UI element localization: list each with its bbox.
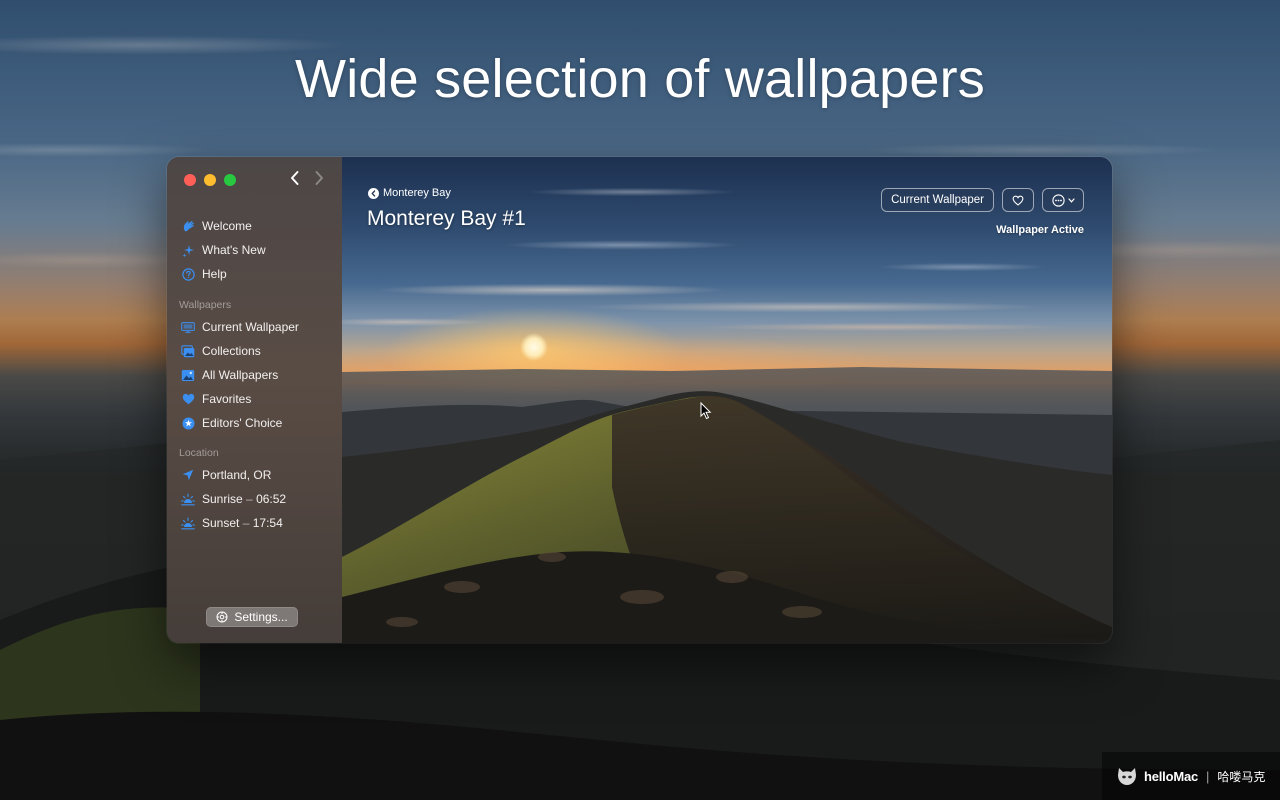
ellipsis-circle-icon: [1051, 193, 1065, 207]
sidebar-item-sunset[interactable]: Sunset – 17:54: [167, 511, 342, 535]
headline: Wide selection of wallpapers: [295, 49, 985, 109]
settings-button[interactable]: Settings...: [206, 607, 298, 627]
settings-label: Settings...: [234, 610, 288, 624]
separator-dash: –: [242, 516, 250, 530]
sparkles-icon: [181, 243, 195, 257]
sidebar-section-header: Wallpapers: [179, 299, 232, 311]
sidebar-item-all-wallpapers[interactable]: All Wallpapers: [167, 363, 342, 387]
sidebar-item-label: What's New: [202, 243, 266, 257]
question-circle-icon: [181, 267, 195, 281]
sidebar-item-label: Editors' Choice: [202, 416, 283, 430]
sunset-label: Sunset: [202, 516, 240, 530]
wallpaper-toolbar: Current Wallpaper: [881, 188, 1084, 212]
separator-dash: –: [246, 492, 253, 506]
heart-outline-icon: [1012, 195, 1024, 206]
chevron-left-circle-icon: [368, 187, 379, 199]
sidebar-item-label: Portland, OR: [202, 468, 272, 482]
photo-icon: [181, 368, 195, 382]
sidebar-item-label: Collections: [202, 344, 261, 358]
sidebar-top-group: Welcome What's New Help: [167, 214, 342, 286]
gear-icon: [216, 611, 228, 623]
sidebar-item-label: All Wallpapers: [202, 368, 279, 382]
sidebar-item-collections[interactable]: Collections: [167, 339, 342, 363]
more-options-button[interactable]: [1042, 188, 1084, 212]
chevron-left-icon[interactable]: [288, 169, 302, 187]
zoom-window-button[interactable]: [224, 174, 236, 186]
sunset-icon: [181, 516, 195, 530]
watermark-brand: helloMac: [1144, 768, 1199, 784]
sidebar-item-label: Current Wallpaper: [202, 320, 299, 334]
sidebar-item-current-wallpaper[interactable]: Current Wallpaper: [167, 315, 342, 339]
sidebar-section-header: Location: [179, 447, 219, 459]
back-link-label: Monterey Bay: [383, 187, 451, 199]
sunrise-time: 06:52: [256, 492, 287, 506]
sunset-time: 17:54: [252, 516, 283, 530]
sidebar-item-label: Sunset – 17:54: [202, 516, 283, 530]
close-window-button[interactable]: [184, 174, 196, 186]
sidebar-item-label: Welcome: [202, 219, 252, 233]
chevron-down-icon: [1067, 197, 1075, 203]
sidebar-item-favorites[interactable]: Favorites: [167, 387, 342, 411]
minimize-window-button[interactable]: [204, 174, 216, 186]
back-link[interactable]: Monterey Bay: [368, 187, 451, 199]
location-arrow-icon: [181, 468, 195, 482]
sunrise-icon: [181, 492, 195, 506]
sidebar-item-label: Help: [202, 267, 227, 281]
sidebar-item-location[interactable]: Portland, OR: [167, 463, 342, 487]
display-icon: [181, 320, 195, 334]
sidebar-item-label: Favorites: [202, 392, 252, 406]
watermark-separator: |: [1206, 768, 1210, 784]
hellomac-logo-icon: [1116, 766, 1138, 786]
sidebar-item-whats-new[interactable]: What's New: [167, 238, 342, 262]
app-window: Welcome What's New Help Wallpapers Curre…: [167, 157, 1112, 643]
window-controls: [184, 174, 236, 186]
sidebar: Welcome What's New Help Wallpapers Curre…: [167, 157, 342, 643]
current-wallpaper-button[interactable]: Current Wallpaper: [881, 188, 994, 212]
sidebar-item-label: Sunrise – 06:52: [202, 492, 286, 506]
watermark: helloMac | 哈喽马克: [1102, 752, 1280, 800]
sidebar-location-group: Location Portland, OR Sunrise – 06:52 Su…: [167, 443, 342, 535]
watermark-chinese: 哈喽马克: [1217, 769, 1266, 784]
mouse-cursor-icon: [700, 402, 712, 420]
wallpaper-status: Wallpaper Active: [996, 224, 1084, 236]
sidebar-item-editors-choice[interactable]: Editors' Choice: [167, 411, 342, 435]
heart-icon: [181, 392, 195, 406]
hand-wave-icon: [181, 219, 195, 233]
sidebar-item-sunrise[interactable]: Sunrise – 06:52: [167, 487, 342, 511]
sunrise-label: Sunrise: [202, 492, 243, 506]
photo-stack-icon: [181, 344, 195, 358]
star-badge-icon: [181, 416, 195, 430]
navigation-arrows: [288, 169, 326, 187]
favorite-button[interactable]: [1002, 188, 1034, 212]
wallpaper-title: Monterey Bay #1: [367, 207, 526, 230]
chevron-right-icon[interactable]: [312, 169, 326, 187]
wallpaper-preview: Monterey Bay Monterey Bay #1 Current Wal…: [342, 157, 1112, 643]
sidebar-wallpapers-group: Wallpapers Current Wallpaper Collections…: [167, 295, 342, 435]
sidebar-item-welcome[interactable]: Welcome: [167, 214, 342, 238]
sidebar-item-help[interactable]: Help: [167, 262, 342, 286]
